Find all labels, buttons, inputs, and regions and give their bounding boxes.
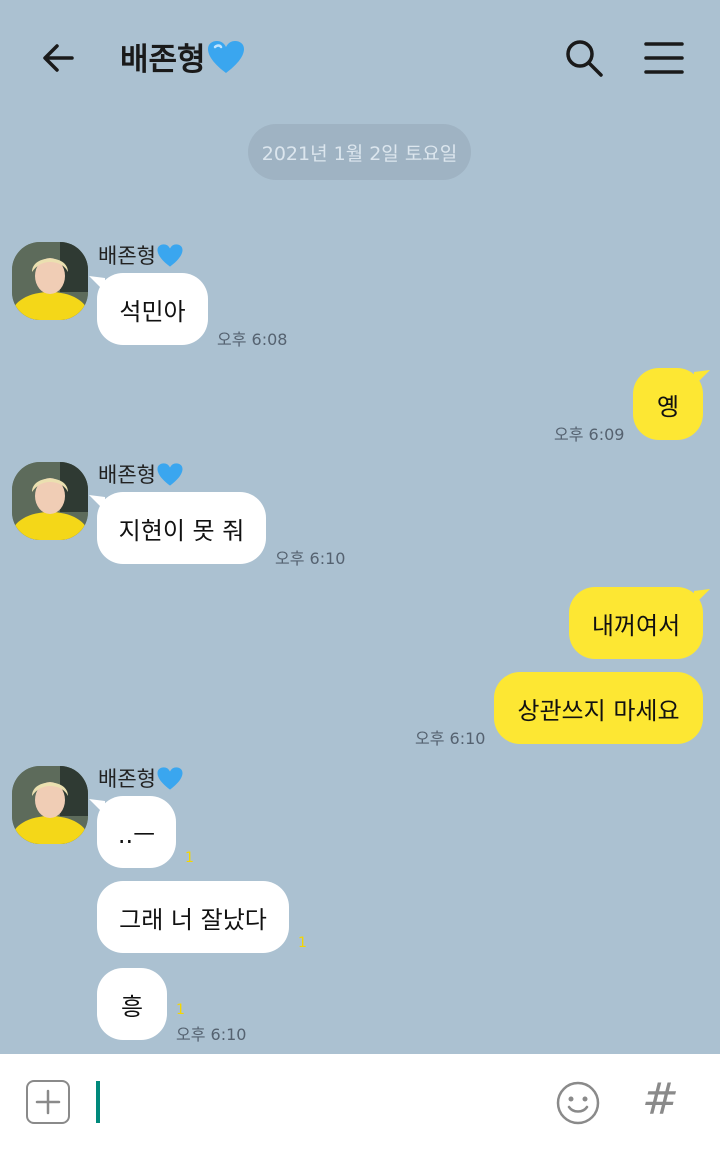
search-icon bbox=[566, 40, 603, 77]
avatar[interactable] bbox=[12, 242, 88, 320]
back-button[interactable] bbox=[30, 30, 86, 86]
message-bubble-outgoing[interactable]: 상관쓰지 마세요 bbox=[494, 672, 703, 744]
smiley-icon bbox=[556, 1081, 600, 1125]
sender-name-text: 배존형 bbox=[98, 463, 156, 487]
avatar[interactable] bbox=[12, 462, 88, 540]
message-time: 오후 6:10 bbox=[176, 1025, 247, 1044]
message-input[interactable] bbox=[96, 1081, 100, 1123]
message-bubble-incoming[interactable]: ..ㅡ bbox=[97, 796, 176, 868]
search-button[interactable] bbox=[556, 30, 612, 86]
message-bubble-outgoing[interactable]: 옝 bbox=[633, 368, 703, 440]
sender-name: 배존형 bbox=[98, 240, 184, 270]
profile-photo bbox=[12, 242, 88, 320]
sender-name-text: 배존형 bbox=[98, 767, 156, 791]
sender-name-text: 배존형 bbox=[98, 244, 156, 268]
blue-heart-icon bbox=[157, 243, 183, 267]
arrow-left-icon bbox=[43, 44, 74, 72]
plus-icon bbox=[35, 1089, 61, 1115]
message-bubble-outgoing[interactable]: 내꺼여서 bbox=[569, 587, 703, 659]
sender-name: 배존형 bbox=[98, 763, 184, 793]
message-time: 오후 6:08 bbox=[217, 330, 288, 349]
unread-count: 1 bbox=[176, 1002, 185, 1018]
hamburger-menu-icon bbox=[644, 42, 684, 74]
blue-heart-icon bbox=[207, 40, 244, 73]
bubble-tail bbox=[694, 370, 710, 386]
message-input-bar bbox=[0, 1054, 720, 1150]
chat-title-text: 배존형 bbox=[120, 42, 206, 78]
message-bubble-incoming[interactable]: 그래 너 잘났다 bbox=[97, 881, 289, 953]
emoji-button[interactable] bbox=[555, 1080, 601, 1126]
blue-heart-icon bbox=[157, 462, 183, 486]
chat-title: 배존형 bbox=[120, 34, 246, 79]
unread-count: 1 bbox=[185, 850, 194, 866]
profile-photo bbox=[12, 766, 88, 844]
date-divider: 2021년 1월 2일 토요일 bbox=[248, 124, 471, 180]
message-time: 오후 6:10 bbox=[275, 549, 346, 568]
hashtag-search-button[interactable]: # bbox=[642, 1074, 679, 1125]
message-time: 오후 6:10 bbox=[415, 729, 486, 748]
message-time: 오후 6:09 bbox=[554, 425, 625, 444]
avatar[interactable] bbox=[12, 766, 88, 844]
profile-photo bbox=[12, 462, 88, 540]
unread-count: 1 bbox=[298, 935, 307, 951]
blue-heart-icon bbox=[157, 766, 183, 790]
message-bubble-incoming[interactable]: 흥 bbox=[97, 968, 167, 1040]
bubble-tail bbox=[694, 589, 710, 605]
attach-button[interactable] bbox=[26, 1080, 70, 1124]
message-bubble-incoming[interactable]: 지현이 못 줘 bbox=[97, 492, 266, 564]
sender-name: 배존형 bbox=[98, 459, 184, 489]
menu-button[interactable] bbox=[636, 30, 692, 86]
chat-header bbox=[0, 0, 720, 112]
message-bubble-incoming[interactable]: 석민아 bbox=[97, 273, 208, 345]
